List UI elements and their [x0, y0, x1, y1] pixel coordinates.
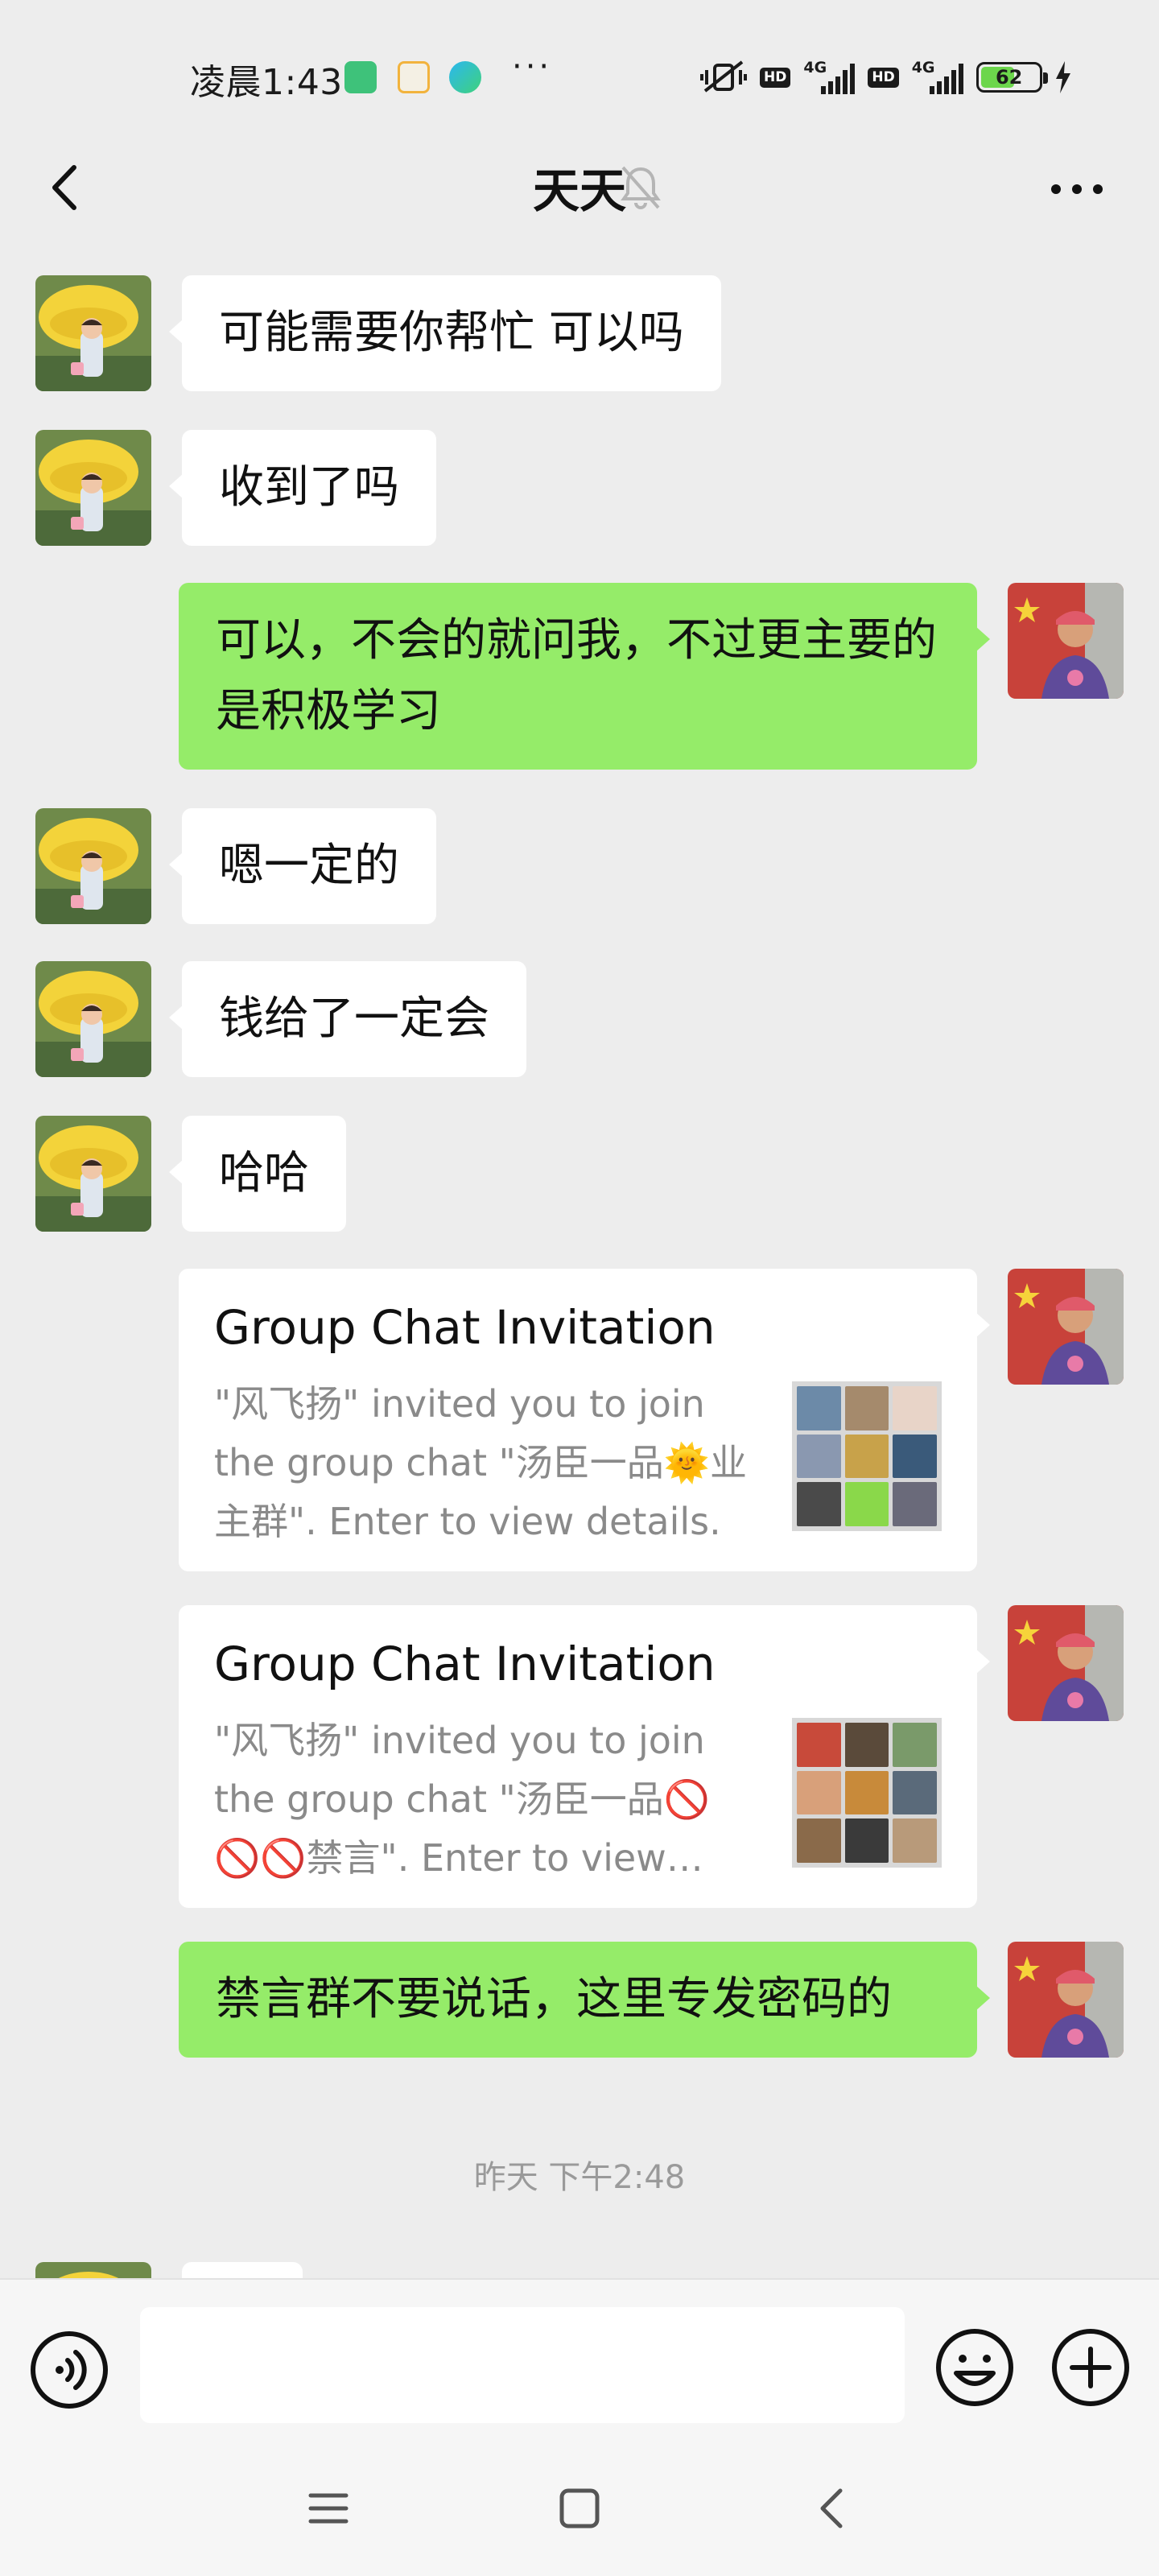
- input-bar: [0, 2278, 1159, 2439]
- status-more-icon: ···: [512, 48, 553, 85]
- message-bubble-received[interactable]: 嗯一定的: [169, 808, 436, 924]
- message-bubble-received[interactable]: 钱给了一定会: [169, 961, 526, 1077]
- card-title: Group Chat Invitation: [214, 1300, 716, 1355]
- voice-input-icon[interactable]: [29, 2330, 109, 2410]
- card-description: "风飞扬" invited you to join the group chat…: [214, 1719, 711, 1880]
- video-app-icon: [449, 61, 481, 93]
- recent-apps-icon[interactable]: [306, 2486, 351, 2531]
- contact-avatar[interactable]: [35, 808, 151, 924]
- add-attachment-icon[interactable]: [1050, 2326, 1132, 2409]
- notification-app-icon: [398, 61, 430, 93]
- message-bubble-received[interactable]: 收到了吗: [169, 430, 436, 546]
- card-description: "风飞扬" invited you to join the group chat…: [214, 1382, 748, 1543]
- vibrate-mute-icon: [700, 60, 747, 93]
- contact-avatar[interactable]: [35, 2262, 151, 2278]
- card-title: Group Chat Invitation: [214, 1637, 716, 1691]
- signal-icon: 4G: [802, 59, 856, 96]
- system-back-icon[interactable]: [810, 2484, 855, 2533]
- group-invitation-card[interactable]: Group Chat Invitation "风飞扬" invited you …: [179, 1269, 990, 1571]
- contact-avatar[interactable]: [35, 1116, 151, 1232]
- message-list[interactable]: 可能需要你帮忙 可以吗 收到了吗 可以，不会的就问我，不过更主要的是积极学习 嗯…: [0, 250, 1159, 2278]
- hd-badge-2: HD: [868, 67, 899, 88]
- emoji-icon[interactable]: [934, 2326, 1016, 2409]
- my-avatar[interactable]: [1008, 1605, 1124, 1721]
- contact-avatar[interactable]: [35, 275, 151, 391]
- more-options-icon[interactable]: [1046, 161, 1107, 217]
- group-thumbnail: [792, 1381, 942, 1531]
- message-timestamp: 昨天 下午2:48: [473, 2159, 686, 2196]
- message-bubble-sent[interactable]: 可以，不会的就问我，不过更主要的是积极学习: [179, 583, 990, 770]
- group-thumbnail: [792, 1718, 942, 1868]
- security-app-icon: [344, 61, 377, 93]
- status-right: HD 4G HD 4G 62: [700, 56, 1073, 98]
- message-bubble-received[interactable]: 可能需要你帮忙 可以吗: [169, 275, 721, 391]
- mute-bell-icon: [621, 166, 661, 209]
- battery-level: 62: [995, 66, 1023, 89]
- hd-badge: HD: [760, 67, 791, 88]
- chat-title: 天天: [532, 163, 626, 218]
- my-avatar[interactable]: [1008, 583, 1124, 699]
- system-navigation-bar: [0, 2439, 1159, 2576]
- battery-icon: 62: [975, 62, 1048, 93]
- group-invitation-card[interactable]: Group Chat Invitation "风飞扬" invited you …: [179, 1605, 990, 1908]
- message-bubble-received[interactable]: [182, 2262, 303, 2278]
- signal-icon-2: 4G: [910, 59, 965, 96]
- status-time: 凌晨1:43: [190, 62, 343, 103]
- my-avatar[interactable]: [1008, 1942, 1124, 2058]
- message-bubble-sent[interactable]: 禁言群不要说话，这里专发密码的: [179, 1942, 990, 2058]
- my-avatar[interactable]: [1008, 1269, 1124, 1385]
- chat-header: 天天: [0, 129, 1159, 250]
- message-bubble-received[interactable]: 哈哈: [169, 1116, 346, 1232]
- contact-avatar[interactable]: [35, 430, 151, 546]
- home-icon[interactable]: [557, 2486, 602, 2531]
- message-input[interactable]: [140, 2307, 905, 2423]
- charging-icon: [1055, 61, 1070, 93]
- contact-avatar[interactable]: [35, 961, 151, 1077]
